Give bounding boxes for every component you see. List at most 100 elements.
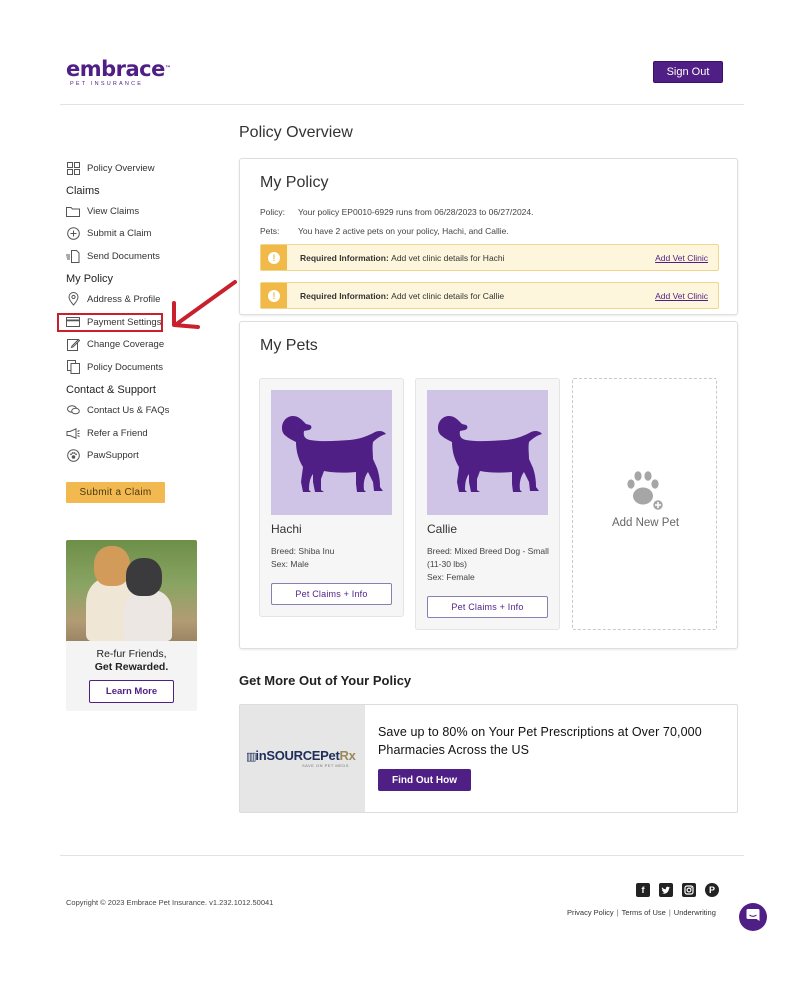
alert-bold: Required Information:	[300, 290, 389, 301]
pet-card-callie[interactable]: Callie Breed: Mixed Breed Dog - Small (1…	[415, 378, 560, 630]
add-new-pet-label: Add New Pet	[611, 517, 680, 529]
terms-of-use-link[interactable]: Terms of Use	[622, 908, 666, 917]
ad-logo-sub: SAVE ON PET MEDS	[302, 763, 349, 768]
red-arrow-annotation	[172, 280, 237, 329]
logo-tm: ™	[164, 65, 171, 72]
pet-breed: Breed: Mixed Breed Dog - Small (11-30 lb…	[427, 546, 549, 569]
warning-icon: !	[261, 245, 287, 270]
sidebar-item-label: Refer a Friend	[87, 427, 148, 439]
policy-text: Your policy EP0010-6929 runs from 06/28/…	[298, 207, 534, 217]
claims-heading: Claims	[66, 185, 100, 197]
chat-bubbles-icon	[66, 403, 80, 417]
referral-promo-card: Re-fur Friends, Get Rewarded. Learn More	[66, 540, 197, 711]
pet-name: Hachi	[271, 522, 302, 536]
folder-icon	[66, 204, 80, 218]
plus-circle-icon	[66, 226, 80, 240]
sidebar-item-send-documents[interactable]: Send Documents	[66, 248, 160, 264]
dog-silhouette-icon	[427, 390, 548, 515]
contact-support-heading: Contact & Support	[66, 384, 156, 396]
learn-more-button[interactable]: Learn More	[89, 680, 174, 703]
sidebar-item-label: Address & Profile	[87, 293, 161, 305]
policy-row: Policy: Your policy EP0010-6929 runs fro…	[260, 207, 534, 217]
add-vet-clinic-link[interactable]: Add Vet Clinic	[655, 291, 708, 301]
sidebar-item-label: Change Coverage	[87, 338, 165, 350]
sidebar-item-label: Policy Documents	[87, 361, 164, 373]
sidebar-item-label: Policy Overview	[87, 162, 155, 174]
add-vet-clinic-link[interactable]: Add Vet Clinic	[655, 253, 708, 263]
warning-icon: !	[261, 283, 287, 308]
chat-icon	[746, 908, 760, 927]
footer-links: Privacy Policy | Terms of Use | Underwriti…	[567, 908, 716, 917]
promo-line-2: Get Rewarded.	[94, 661, 169, 673]
sidebar-item-label: Submit a Claim	[87, 227, 152, 239]
barcode-icon: ▥	[246, 751, 256, 763]
my-policy-card: My Policy Policy: Your policy EP0010-692…	[239, 158, 738, 315]
privacy-policy-link[interactable]: Privacy Policy	[567, 908, 614, 917]
pet-card-hachi[interactable]: Hachi Breed: Shiba Inu Sex: Male Pet Cla…	[259, 378, 404, 617]
copyright-text: Copyright © 2023 Embrace Pet Insurance. …	[66, 898, 274, 907]
edit-icon	[66, 337, 80, 351]
ad-logo-panel: ▥inSOURCEPetRx SAVE ON PET MEDS	[240, 705, 365, 812]
pets-label: Pets:	[260, 226, 280, 236]
logo-wordmark: embrace	[66, 57, 165, 81]
my-pets-title: My Pets	[260, 337, 318, 354]
pet-claims-info-button[interactable]: Pet Claims + Info	[271, 583, 392, 605]
twitter-icon[interactable]	[659, 883, 673, 897]
policy-label: Policy:	[260, 207, 286, 217]
footer-separator: |	[668, 908, 671, 917]
paw-phone-icon	[66, 448, 80, 462]
insource-pet-rx-ad: ▥inSOURCEPetRx SAVE ON PET MEDS Save up …	[239, 704, 738, 813]
sidebar-item-label: Contact Us & FAQs	[87, 404, 170, 416]
vet-clinic-alert-hachi: ! Required Information: Add vet clinic d…	[260, 244, 719, 271]
sidebar-item-policy-documents[interactable]: Policy Documents	[66, 359, 163, 375]
my-policy-heading: My Policy	[66, 273, 114, 285]
dogs-photo	[66, 540, 197, 641]
header-divider	[60, 104, 744, 105]
send-document-icon	[66, 249, 80, 263]
pets-text: You have 2 active pets on your policy, H…	[298, 226, 509, 236]
dog-silhouette-icon	[271, 390, 392, 515]
underwriting-link[interactable]: Underwriting	[674, 908, 716, 917]
pet-breed: Breed: Shiba Inu	[271, 546, 335, 556]
megaphone-icon	[66, 426, 80, 440]
facebook-icon[interactable]: f	[636, 883, 650, 897]
sidebar-item-refer-friend[interactable]: Refer a Friend	[66, 425, 148, 441]
ad-logo-rx: Rx	[339, 748, 356, 763]
sidebar-item-label: View Claims	[87, 205, 140, 217]
my-policy-title: My Policy	[260, 174, 329, 191]
ad-headline: Save up to 80% on Your Pet Prescriptions…	[378, 725, 702, 757]
insource-pet-rx-logo: ▥inSOURCEPetRx	[246, 748, 356, 763]
logo-tagline: PET INSURANCE	[70, 81, 144, 87]
location-pin-icon	[66, 292, 80, 306]
pet-sex: Sex: Female	[427, 572, 475, 582]
chat-launcher-button[interactable]	[739, 903, 767, 931]
alert-text: Add vet clinic details for Hachi	[391, 252, 505, 263]
pet-sex: Sex: Male	[271, 559, 309, 569]
sidebar-item-address-profile[interactable]: Address & Profile	[66, 291, 160, 307]
pinterest-icon[interactable]: P	[705, 883, 719, 897]
sign-out-button[interactable]: Sign Out	[653, 61, 723, 83]
sidebar-item-view-claims[interactable]: View Claims	[66, 203, 139, 219]
pet-claims-info-button[interactable]: Pet Claims + Info	[427, 596, 548, 618]
promo-line-1: Re-fur Friends,	[96, 648, 167, 660]
instagram-icon[interactable]	[682, 883, 696, 897]
sidebar-item-label: PawSupport	[87, 449, 139, 461]
footer-divider	[60, 855, 744, 856]
social-links: f P	[636, 883, 719, 897]
add-new-pet-card[interactable]: Add New Pet	[572, 378, 717, 630]
sidebar-item-submit-claim[interactable]: Submit a Claim	[66, 225, 151, 241]
paw-plus-icon	[625, 470, 667, 517]
alert-bold: Required Information:	[300, 252, 389, 263]
documents-icon	[66, 360, 80, 374]
grid-icon	[66, 161, 80, 175]
sidebar-item-pawsupport[interactable]: PawSupport	[66, 447, 139, 463]
pets-row: Pets: You have 2 active pets on your pol…	[260, 226, 509, 236]
embrace-logo[interactable]: embrace™ PET INSURANCE	[66, 57, 171, 87]
find-out-how-button[interactable]: Find Out How	[378, 769, 471, 791]
sidebar-item-contact-faqs[interactable]: Contact Us & FAQs	[66, 402, 169, 418]
footer-separator: |	[616, 908, 619, 917]
vet-clinic-alert-callie: ! Required Information: Add vet clinic d…	[260, 282, 719, 309]
sidebar-submit-claim-button[interactable]: Submit a Claim	[66, 482, 165, 503]
sidebar-item-change-coverage[interactable]: Change Coverage	[66, 336, 164, 352]
sidebar-item-policy-overview[interactable]: Policy Overview	[66, 160, 155, 176]
